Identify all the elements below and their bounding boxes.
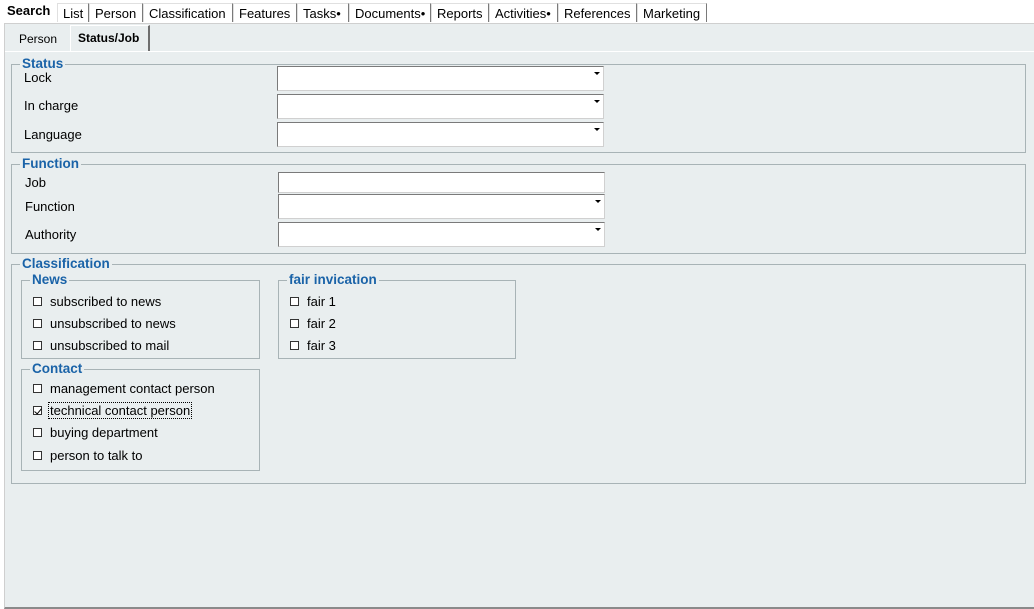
main-panel: Person Status/Job Status Lock In charge … [4, 23, 1034, 609]
checkbox-label: person to talk to [50, 448, 143, 463]
language-combo[interactable] [277, 122, 604, 147]
tab-documents[interactable]: Documents• [349, 3, 431, 22]
checkbox-label: buying department [50, 425, 158, 440]
status-legend: Status [22, 56, 64, 71]
checkbox-label: management contact person [50, 381, 215, 396]
job-field[interactable] [278, 172, 605, 193]
authority-combo[interactable] [278, 222, 605, 247]
tab-references[interactable]: References [558, 3, 637, 22]
checkbox-label: fair 2 [307, 316, 336, 331]
checkbox-box [33, 451, 42, 460]
status-job-page: Status Lock In charge Language Function … [5, 51, 1034, 606]
checkbox-checked-icon [33, 406, 42, 415]
checkbox-box [33, 319, 42, 328]
checkbox-box [33, 428, 42, 437]
function-combo[interactable] [278, 194, 605, 219]
subtab-person[interactable]: Person [10, 28, 72, 50]
checkbox-box [290, 319, 299, 328]
tab-marketing[interactable]: Marketing [637, 3, 707, 22]
chevron-down-icon [594, 72, 600, 75]
checkbox-box [290, 297, 299, 306]
checkbox-label: unsubscribed to news [50, 316, 176, 331]
in-charge-combo[interactable] [277, 94, 604, 119]
tab-person[interactable]: Person [89, 3, 143, 22]
tab-reports[interactable]: Reports [431, 3, 489, 22]
job-label: Job [25, 175, 46, 190]
tab-list[interactable]: List [57, 3, 89, 22]
contact-legend: Contact [32, 361, 83, 376]
checkbox-label: fair 1 [307, 294, 336, 309]
lock-label: Lock [24, 70, 52, 85]
tab-tasks[interactable]: Tasks• [297, 3, 349, 22]
checkbox-label: technical contact person [47, 402, 193, 419]
checkbox-box [33, 341, 42, 350]
lock-combo[interactable] [277, 66, 604, 91]
language-label: Language [24, 127, 82, 142]
tab-features[interactable]: Features [233, 3, 297, 22]
checkbox-label: subscribed to news [50, 294, 162, 309]
tab-activities[interactable]: Activities• [489, 3, 558, 22]
in-charge-label: In charge [24, 98, 79, 113]
authority-label: Authority [25, 227, 77, 242]
checkbox-label: fair 3 [307, 338, 336, 353]
classification-legend: Classification [22, 256, 110, 271]
tab-classification[interactable]: Classification [143, 3, 233, 22]
checkbox-box [33, 384, 42, 393]
main-tab-bar: Search List Person Classification Featur… [0, 0, 1034, 24]
function-legend: Function [22, 156, 79, 171]
checkbox-box [290, 341, 299, 350]
checkbox-box [33, 297, 42, 306]
tab-search[interactable]: Search [0, 1, 57, 23]
chevron-down-icon [594, 100, 600, 103]
chevron-down-icon [595, 200, 601, 203]
fair-legend: fair invication [289, 272, 377, 287]
function-label: Function [25, 199, 75, 214]
subtab-status-job[interactable]: Status/Job [70, 25, 150, 51]
checkbox-label: unsubscribed to mail [50, 338, 170, 353]
chevron-down-icon [594, 128, 600, 131]
news-legend: News [32, 272, 68, 287]
chevron-down-icon [595, 228, 601, 231]
